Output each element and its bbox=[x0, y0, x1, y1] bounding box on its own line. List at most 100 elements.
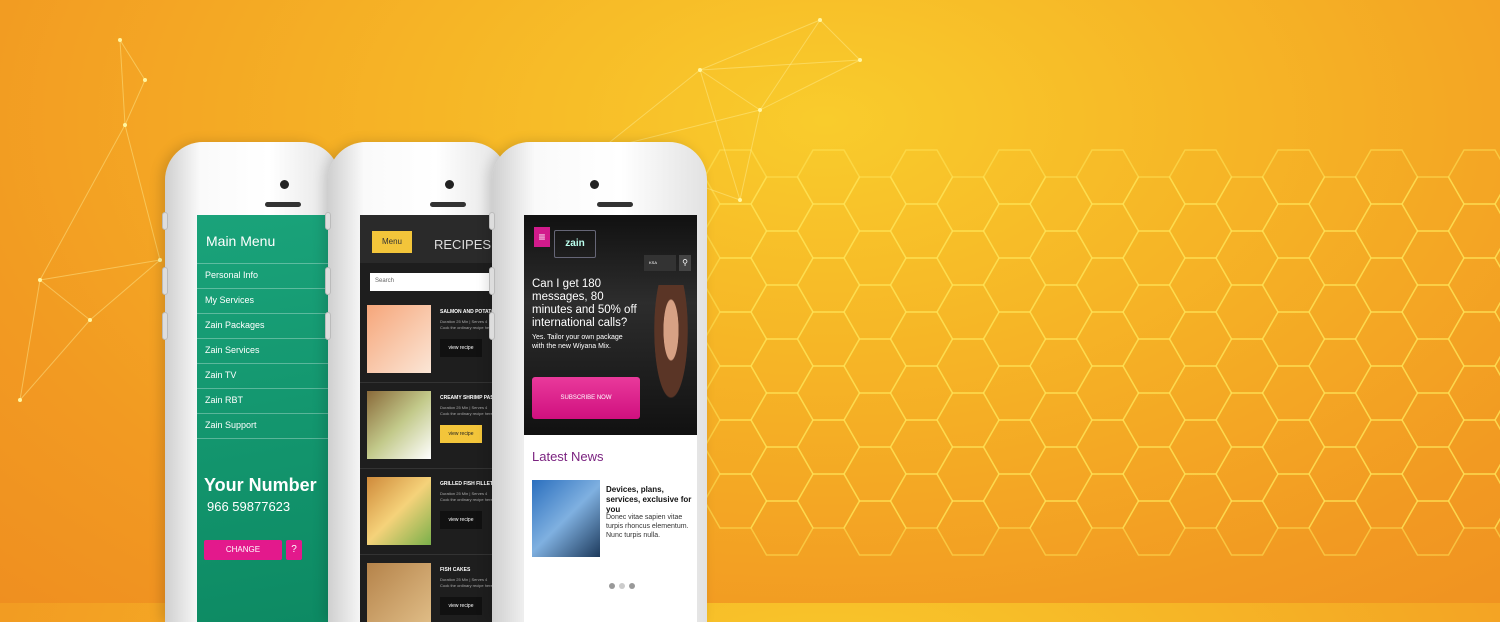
phone-main-menu: Main Menu Personal InfoMy ServicesZain P… bbox=[165, 142, 340, 622]
hexagon-shape bbox=[1309, 393, 1371, 447]
hexagon-shape bbox=[1077, 150, 1139, 204]
menu-item[interactable]: Zain Support bbox=[197, 414, 328, 439]
network-line bbox=[700, 60, 860, 70]
network-line bbox=[20, 280, 40, 400]
hexagon-shape bbox=[1356, 150, 1418, 204]
recipe-duration: Duration 25 Min | Serves 4 bbox=[440, 491, 487, 496]
menu-title: Main Menu bbox=[206, 233, 328, 249]
network-line bbox=[40, 260, 160, 280]
carousel-dot[interactable] bbox=[629, 583, 635, 589]
hexagon-shape bbox=[1077, 258, 1139, 312]
recipe-item: CREAMY SHRIMP PASTA Duration 25 Min | Se… bbox=[360, 383, 508, 469]
news-image[interactable] bbox=[532, 480, 600, 557]
hexagon-shape bbox=[1216, 285, 1278, 339]
hexagon-shape bbox=[1356, 420, 1418, 474]
recipe-duration: Duration 25 Min | Serves 4 bbox=[440, 405, 487, 410]
hexagon-shape bbox=[751, 501, 813, 555]
network-line bbox=[40, 125, 125, 280]
hexagon-shape bbox=[1449, 258, 1500, 312]
hexagon-shape bbox=[1030, 501, 1092, 555]
subscribe-button[interactable]: SUBSCRIBE NOW bbox=[532, 377, 640, 419]
hexagon-shape bbox=[751, 231, 813, 285]
menu-item[interactable]: Zain RBT bbox=[197, 389, 328, 414]
menu-item[interactable]: Personal Info bbox=[197, 264, 328, 289]
recipe-image[interactable] bbox=[367, 563, 431, 622]
network-node bbox=[158, 258, 162, 262]
hexagon-shape bbox=[891, 420, 953, 474]
hexagon-shape bbox=[1216, 447, 1278, 501]
hexagon-shape bbox=[751, 393, 813, 447]
network-line bbox=[125, 80, 145, 125]
hexagon-shape bbox=[1077, 312, 1139, 366]
hamburger-menu-icon[interactable]: ≡ bbox=[534, 227, 550, 247]
network-line bbox=[760, 60, 860, 110]
hexagon-shape bbox=[844, 447, 906, 501]
menu-item[interactable]: Zain Packages bbox=[197, 314, 328, 339]
hexagon-shape bbox=[1123, 393, 1185, 447]
menu-item[interactable]: Zain TV bbox=[197, 364, 328, 389]
hexagon-shape bbox=[1263, 150, 1325, 204]
menu-list: Personal InfoMy ServicesZain PackagesZai… bbox=[197, 263, 328, 439]
help-button[interactable]: ? bbox=[286, 540, 302, 560]
hexagon-shape bbox=[1449, 366, 1500, 420]
carousel-dot[interactable] bbox=[619, 583, 625, 589]
hexagon-shape bbox=[705, 312, 767, 366]
hexagon-shape bbox=[1216, 231, 1278, 285]
hexagon-shape bbox=[1170, 366, 1232, 420]
hexagon-shape bbox=[1077, 204, 1139, 258]
view-recipe-button[interactable]: view recipe bbox=[440, 425, 482, 443]
recipe-image[interactable] bbox=[367, 477, 431, 545]
hexagon-shape bbox=[1170, 474, 1232, 528]
zain-home-screen: ≡ zain KSA ⚲ Can I get 180 messages, 80 … bbox=[524, 215, 697, 622]
search-input[interactable]: Search bbox=[370, 273, 503, 291]
hexagon-shape bbox=[1030, 177, 1092, 231]
network-line bbox=[700, 20, 820, 70]
menu-item[interactable]: My Services bbox=[197, 289, 328, 314]
menu-item[interactable]: Zain Services bbox=[197, 339, 328, 364]
carousel-dot[interactable] bbox=[609, 583, 615, 589]
hexagon-shape bbox=[798, 420, 860, 474]
camera-icon bbox=[280, 180, 289, 189]
hexagon-shape bbox=[798, 366, 860, 420]
hexagon-shape bbox=[1030, 285, 1092, 339]
hexagon-shape bbox=[937, 339, 999, 393]
search-icon[interactable]: ⚲ bbox=[679, 255, 691, 271]
view-recipe-button[interactable]: view recipe bbox=[440, 597, 482, 615]
hexagon-shape bbox=[1263, 474, 1325, 528]
view-recipe-button[interactable]: view recipe bbox=[440, 339, 482, 357]
hexagon-shape bbox=[1309, 285, 1371, 339]
view-recipe-button[interactable]: view recipe bbox=[440, 511, 482, 529]
zain-logo[interactable]: zain bbox=[554, 230, 596, 258]
hexagon-shape bbox=[751, 339, 813, 393]
change-button[interactable]: CHANGE bbox=[204, 540, 282, 560]
hexagon-shape bbox=[1356, 474, 1418, 528]
news-item-title[interactable]: Devices, plans, services, exclusive for … bbox=[606, 485, 694, 515]
recipes-header: Menu RECIPES bbox=[360, 215, 508, 263]
hexagon-shape bbox=[751, 447, 813, 501]
hexagon-shape bbox=[1402, 231, 1464, 285]
hexagon-shape bbox=[1449, 312, 1500, 366]
recipe-item: SALMON AND POTATO B... Duration 25 Min |… bbox=[360, 297, 508, 383]
carousel-dots bbox=[609, 583, 635, 589]
hexagon-shape bbox=[1170, 204, 1232, 258]
network-node bbox=[698, 68, 702, 72]
network-line bbox=[740, 110, 760, 200]
news-item-text: Donec vitae sapien vitae turpis rhoncus … bbox=[606, 513, 694, 540]
hexagon-shape bbox=[844, 339, 906, 393]
network-node bbox=[123, 123, 127, 127]
hexagon-shape bbox=[1263, 420, 1325, 474]
hexagon-shape bbox=[984, 150, 1046, 204]
hexagon-shape bbox=[844, 231, 906, 285]
hexagon-shape bbox=[844, 177, 906, 231]
hexagon-shape bbox=[891, 204, 953, 258]
speaker-grille bbox=[265, 202, 301, 207]
menu-button[interactable]: Menu bbox=[372, 231, 412, 253]
country-select[interactable]: KSA bbox=[644, 255, 676, 271]
network-node bbox=[758, 108, 762, 112]
hexagon-shape bbox=[984, 366, 1046, 420]
hexagon-shape bbox=[1402, 177, 1464, 231]
recipe-image[interactable] bbox=[367, 305, 431, 373]
hexagon-shape bbox=[1263, 312, 1325, 366]
hero-image bbox=[645, 285, 697, 435]
recipe-image[interactable] bbox=[367, 391, 431, 459]
